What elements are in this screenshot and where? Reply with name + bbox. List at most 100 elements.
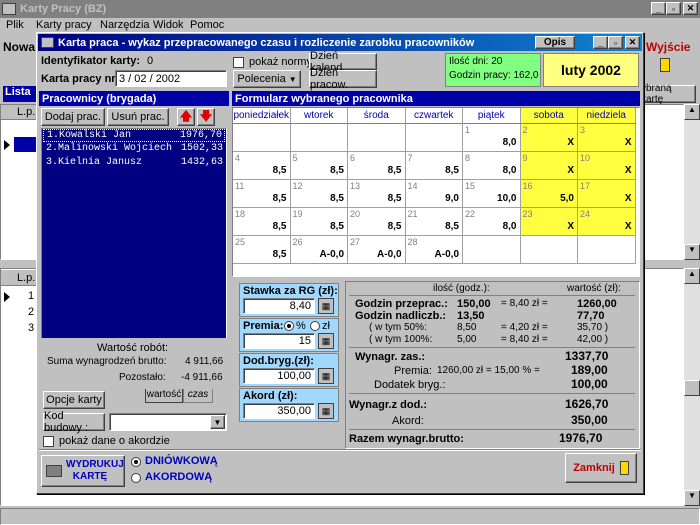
menu-pomoc[interactable]: Pomoc: [190, 19, 224, 31]
pokaz-akord-checkbox[interactable]: [43, 436, 54, 447]
scroll-up-arrow-icon[interactable]: ▲: [684, 104, 700, 120]
day-hours: X: [567, 221, 574, 232]
calendar-day-cell[interactable]: 24 X: [578, 208, 636, 236]
polecenia-button[interactable]: Polecenia ▼: [233, 70, 301, 88]
dod-input[interactable]: 100,00: [243, 368, 315, 384]
worker-row[interactable]: 3.Kielnia Janusz 1432,63: [43, 157, 225, 170]
calendar-day-cell[interactable]: [463, 236, 521, 264]
calendar-day-cell[interactable]: 17 X: [578, 180, 636, 208]
dialog-minimize-button[interactable]: _: [593, 36, 608, 49]
scroll-thumb[interactable]: [684, 380, 700, 396]
calculator-icon[interactable]: ▦: [318, 368, 334, 384]
calendar-day-cell[interactable]: 12 8,5: [290, 180, 348, 208]
opis-button[interactable]: Opis: [535, 36, 575, 49]
dzien-pracow-button[interactable]: Dzień pracow.: [309, 67, 377, 91]
worker-row[interactable]: 1.Kowalski Jan 1976,70: [43, 129, 225, 142]
summary-qty: 5,00: [457, 334, 477, 345]
bg-wybrana-button[interactable]: ybraną kartę: [640, 83, 696, 105]
calendar-day-cell[interactable]: 14 9,0: [405, 180, 463, 208]
calendar-day-cell[interactable]: 4 8,5: [233, 152, 291, 180]
calendar-day-cell[interactable]: 15 10,0: [463, 180, 521, 208]
main-close-button[interactable]: ✕: [683, 2, 698, 15]
nr-input[interactable]: 3 / 02 / 2002: [115, 70, 227, 87]
calendar-day-cell[interactable]: 25 8,5: [233, 236, 291, 264]
menu-karty[interactable]: Karty pracy: [36, 19, 92, 31]
calendar-day-cell[interactable]: 8 8,0: [463, 152, 521, 180]
dialog-maximize-button[interactable]: ▫: [608, 36, 623, 49]
menu-plik[interactable]: Plik: [6, 19, 24, 31]
close-dialog-button[interactable]: Zamknij: [565, 453, 637, 483]
printer-icon: [46, 465, 62, 477]
calendar-day-cell[interactable]: [520, 236, 578, 264]
menu-widok[interactable]: Widok: [153, 19, 184, 31]
main-maximize-button[interactable]: ▫: [666, 2, 681, 15]
calendar-day-cell[interactable]: 9X: [520, 152, 578, 180]
bg-row-3[interactable]: 3: [28, 322, 34, 334]
tab-czas[interactable]: czas: [183, 389, 213, 403]
calendar-day-cell[interactable]: 27 A-0,0: [348, 236, 406, 264]
tab-wartosc[interactable]: wartość: [145, 389, 183, 403]
premia-zl-radio[interactable]: [310, 321, 320, 331]
bg-wyjscie-label[interactable]: Wyjście: [646, 40, 690, 54]
calendar-day-cell[interactable]: 10 X: [578, 152, 636, 180]
dialog-close-button[interactable]: ✕: [625, 36, 640, 49]
day-header: wtorek: [290, 108, 348, 124]
calendar-day-cell[interactable]: 22 8,0: [463, 208, 521, 236]
opcje-karty-button[interactable]: Opcje karty: [43, 391, 105, 409]
bg-nowa-label[interactable]: Nowa: [3, 40, 35, 54]
premia-percent-radio[interactable]: [284, 321, 294, 331]
calendar-day-cell[interactable]: [290, 124, 348, 152]
move-down-button[interactable]: 🡇: [197, 108, 215, 126]
calendar-day-cell[interactable]: 26 A-0,0: [290, 236, 348, 264]
bg-table1-selected-row[interactable]: [14, 137, 38, 152]
calculator-icon[interactable]: ▦: [318, 403, 334, 419]
scroll-up-arrow-icon[interactable]: ▲: [684, 268, 700, 284]
calendar-day-cell[interactable]: 3X: [578, 124, 636, 152]
calendar-day-cell[interactable]: 6 8,5: [348, 152, 406, 180]
print-card-button[interactable]: WYDRUKUJ KARTĘ: [41, 455, 125, 487]
worker-row[interactable]: 2.Malinowski Wojciech 1502,33: [43, 143, 225, 156]
calendar-day-cell[interactable]: 13 8,5: [348, 180, 406, 208]
dniowkowa-radio[interactable]: [131, 457, 141, 467]
calendar-day-cell[interactable]: 20 8,5: [348, 208, 406, 236]
bg-scrollbar-1[interactable]: ▲ ▼: [684, 104, 700, 260]
calculator-icon[interactable]: ▦: [318, 333, 334, 349]
calendar-day-cell[interactable]: 1 8,0: [463, 124, 521, 152]
main-minimize-button[interactable]: _: [651, 2, 666, 15]
calendar-day-cell[interactable]: 18 8,5: [233, 208, 291, 236]
akord-input[interactable]: 350,00: [243, 403, 315, 419]
calendar-day-cell[interactable]: [348, 124, 406, 152]
calendar-day-cell[interactable]: 21 8,5: [405, 208, 463, 236]
bg-row-2[interactable]: 2: [28, 306, 34, 318]
add-worker-button[interactable]: Dodaj prac.: [41, 108, 105, 126]
pokaz-normy-checkbox[interactable]: [233, 57, 244, 68]
scroll-down-arrow-icon[interactable]: ▼: [684, 244, 700, 260]
select-dropdown-icon[interactable]: ▼: [210, 415, 225, 429]
calendar-day-cell[interactable]: 23 X: [520, 208, 578, 236]
summary-divider: [349, 393, 635, 394]
calendar-day-cell[interactable]: [578, 236, 636, 264]
stawka-input[interactable]: 8,40: [243, 298, 315, 314]
day-number: 2: [522, 125, 528, 135]
calendar-day-cell[interactable]: 16 5,0: [520, 180, 578, 208]
calendar-day-cell[interactable]: [233, 124, 291, 152]
remove-worker-button[interactable]: Usuń prac.: [107, 108, 169, 126]
calendar-day-cell[interactable]: 5 8,5: [290, 152, 348, 180]
calendar-day-cell[interactable]: [405, 124, 463, 152]
exit-door-icon[interactable]: [660, 58, 670, 72]
calendar-day-cell[interactable]: 28 A-0,0: [405, 236, 463, 264]
bg-row-1[interactable]: 1: [28, 290, 34, 302]
menu-narzedzia[interactable]: Narzędzia: [100, 19, 150, 31]
calendar-day-cell[interactable]: 7 8,5: [405, 152, 463, 180]
calculator-icon[interactable]: ▦: [318, 298, 334, 314]
scroll-down-arrow-icon[interactable]: ▼: [684, 490, 700, 506]
move-up-button[interactable]: 🡅: [177, 108, 195, 126]
calendar-day-cell[interactable]: 2X: [520, 124, 578, 152]
premia-input[interactable]: 15: [243, 333, 315, 349]
bg-scrollbar-2[interactable]: ▲ ▼: [684, 268, 700, 506]
day-number: 25: [235, 237, 246, 247]
calendar-day-cell[interactable]: 11 8,5: [233, 180, 291, 208]
kod-budowy-button[interactable]: Kod budowy :: [43, 410, 105, 434]
calendar-day-cell[interactable]: 19 8,5: [290, 208, 348, 236]
akordowa-radio[interactable]: [131, 473, 141, 483]
